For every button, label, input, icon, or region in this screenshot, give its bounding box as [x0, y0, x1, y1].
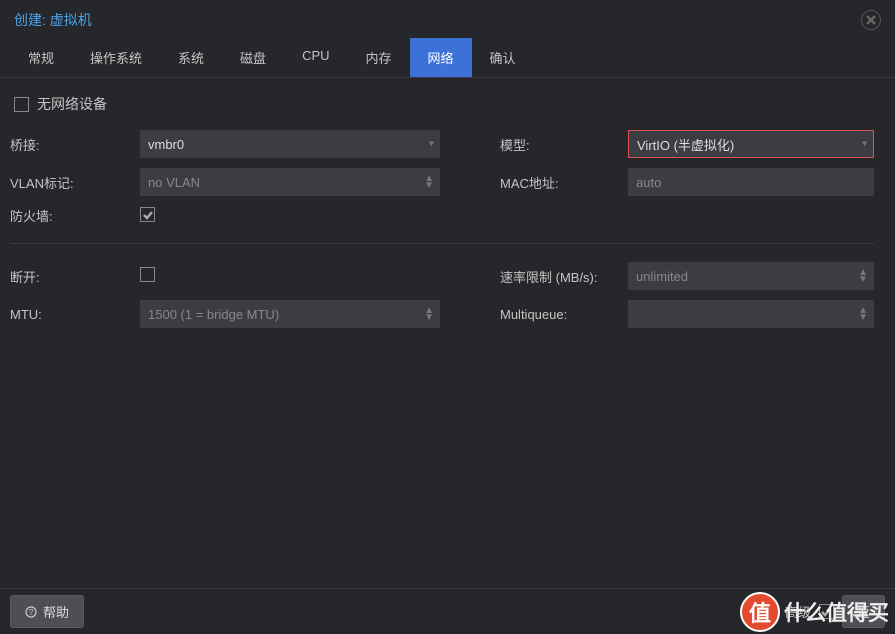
- model-label: 模型:: [500, 135, 628, 154]
- svg-text:?: ?: [29, 608, 34, 617]
- rate-input[interactable]: unlimited ▲▼: [628, 262, 874, 290]
- tab-disks[interactable]: 磁盘: [222, 38, 284, 77]
- mac-placeholder: auto: [636, 175, 661, 190]
- divider: [10, 243, 874, 244]
- multiqueue-label: Multiqueue:: [500, 307, 628, 322]
- mac-label: MAC地址:: [500, 173, 628, 192]
- model-select[interactable]: VirtIO (半虚拟化) ▾: [628, 130, 874, 158]
- check-icon: [820, 606, 832, 618]
- vlan-placeholder: no VLAN: [148, 175, 200, 190]
- advanced-label: 高级: [785, 602, 811, 621]
- mtu-placeholder: 1500 (1 = bridge MTU): [148, 307, 279, 322]
- close-icon: [866, 15, 876, 25]
- close-button[interactable]: [861, 10, 881, 30]
- stepper-icon: ▲▼: [424, 175, 434, 189]
- bridge-value: vmbr0: [148, 137, 184, 152]
- mac-input[interactable]: auto: [628, 168, 874, 196]
- vlan-label: VLAN标记:: [10, 173, 140, 192]
- chevron-down-icon: ▾: [862, 139, 867, 150]
- tab-system[interactable]: 系统: [160, 38, 222, 77]
- tab-confirm[interactable]: 确认: [472, 38, 534, 77]
- no-network-label: 无网络设备: [37, 94, 107, 114]
- tab-network[interactable]: 网络: [410, 38, 472, 77]
- rate-placeholder: unlimited: [636, 269, 688, 284]
- bridge-select[interactable]: vmbr0 ▾: [140, 130, 440, 158]
- dialog-title: 创建: 虚拟机: [14, 10, 92, 30]
- firewall-checkbox[interactable]: [140, 207, 155, 222]
- disconnect-checkbox[interactable]: [140, 267, 155, 282]
- stepper-icon: ▲▼: [858, 307, 868, 321]
- tab-memory[interactable]: 内存: [348, 38, 410, 77]
- vlan-input[interactable]: no VLAN ▲▼: [140, 168, 440, 196]
- help-icon: ?: [25, 606, 37, 618]
- chevron-down-icon: ▾: [429, 139, 434, 150]
- firewall-label: 防火墙:: [10, 206, 140, 225]
- disconnect-label: 断开:: [10, 267, 140, 286]
- back-button[interactable]: 返: [842, 595, 885, 628]
- bridge-label: 桥接:: [10, 135, 140, 154]
- no-network-checkbox[interactable]: [14, 97, 29, 112]
- help-button[interactable]: ? 帮助: [10, 595, 84, 628]
- model-value: VirtIO (半虚拟化): [637, 135, 734, 154]
- back-label: 返: [857, 602, 870, 621]
- check-icon: [142, 209, 154, 221]
- help-label: 帮助: [43, 602, 69, 621]
- stepper-icon: ▲▼: [424, 307, 434, 321]
- mtu-input[interactable]: 1500 (1 = bridge MTU) ▲▼: [140, 300, 440, 328]
- wizard-tabs: 常规 操作系统 系统 磁盘 CPU 内存 网络 确认: [0, 38, 895, 78]
- tab-general[interactable]: 常规: [10, 38, 72, 77]
- advanced-checkbox[interactable]: [819, 604, 834, 619]
- multiqueue-input[interactable]: ▲▼: [628, 300, 874, 328]
- rate-label: 速率限制 (MB/s):: [500, 267, 628, 286]
- tab-os[interactable]: 操作系统: [72, 38, 160, 77]
- mtu-label: MTU:: [10, 307, 140, 322]
- tab-cpu[interactable]: CPU: [284, 38, 347, 77]
- stepper-icon: ▲▼: [858, 269, 868, 283]
